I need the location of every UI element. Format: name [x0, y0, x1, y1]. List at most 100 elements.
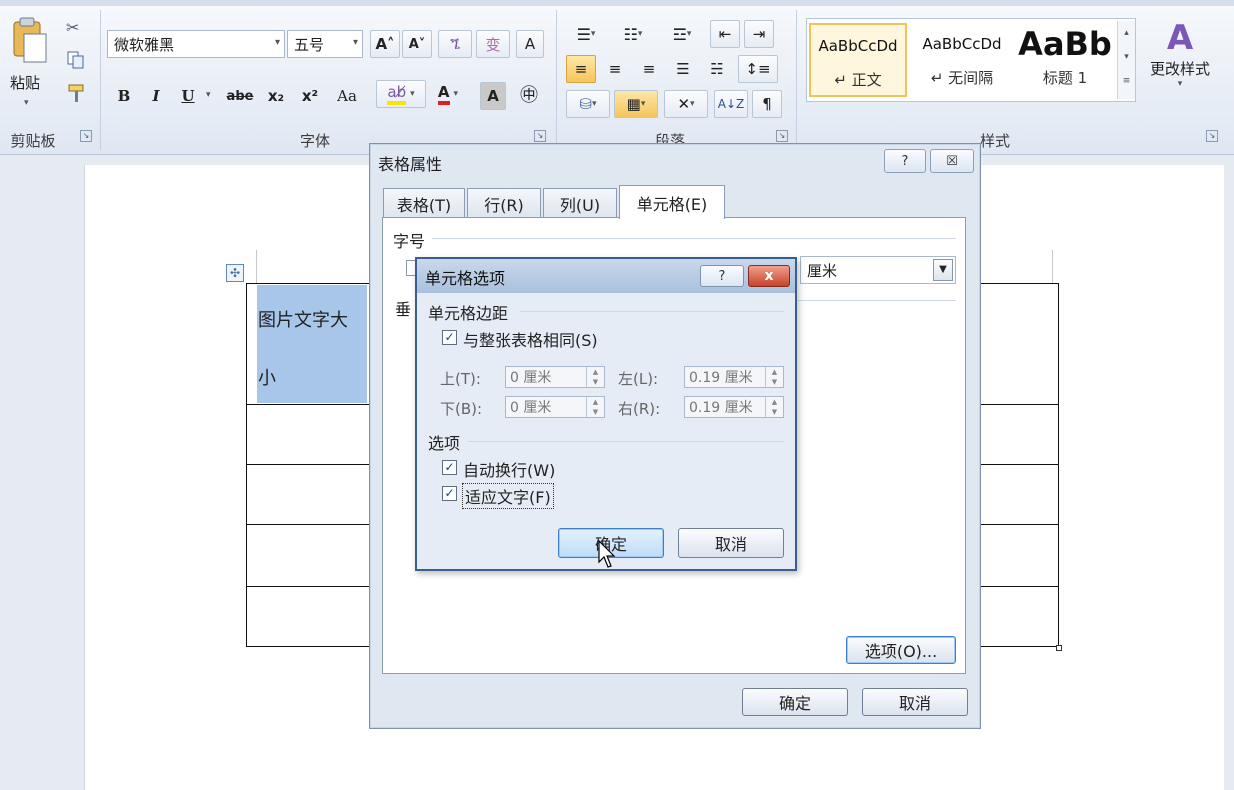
- multilevel-list-button[interactable]: ☲ ▾: [660, 20, 704, 48]
- borders-button[interactable]: ▦ ▾: [614, 90, 658, 118]
- underline-button[interactable]: U: [176, 82, 200, 110]
- cancel-button[interactable]: 取消: [862, 688, 968, 716]
- align-center-icon: ≡: [608, 60, 622, 78]
- paragraph-launcher[interactable]: ↘: [776, 130, 788, 142]
- tab-table[interactable]: 表格(T): [383, 188, 465, 218]
- tab-cell[interactable]: 单元格(E): [619, 185, 725, 219]
- font-color-button[interactable]: A ▾: [428, 80, 468, 108]
- grow-font-button[interactable]: A˄: [370, 30, 400, 58]
- format-painter-icon[interactable]: [66, 82, 88, 104]
- char-shading-button[interactable]: A: [480, 82, 506, 110]
- copy-icon[interactable]: [66, 50, 86, 70]
- font-color-icon: A: [437, 83, 450, 105]
- style-no-spacing[interactable]: AaBbCcDd ↵ 无间隔: [913, 23, 1011, 97]
- ok-button[interactable]: 确定: [742, 688, 848, 716]
- line-spacing-button[interactable]: ↕≡: [738, 55, 778, 83]
- align-right-icon: ≡: [642, 60, 656, 78]
- style-heading-1[interactable]: AaBb 标题 1: [1017, 23, 1113, 97]
- highlight-color-button[interactable]: ab̸ ▾: [376, 80, 426, 108]
- tab-row[interactable]: 行(R): [467, 188, 541, 218]
- close-button[interactable]: ☒: [930, 149, 974, 173]
- table-move-handle-icon[interactable]: ✣: [226, 264, 244, 282]
- same-as-table-checkbox[interactable]: ✓: [442, 330, 457, 345]
- align-right-button[interactable]: ≡: [634, 55, 664, 83]
- help-button[interactable]: ?: [884, 149, 926, 173]
- paste-button[interactable]: 粘贴 ▾: [6, 14, 50, 110]
- sort-button[interactable]: A↓Z: [714, 90, 748, 118]
- sort-icon: A↓Z: [717, 97, 745, 111]
- justify-button[interactable]: ☰: [668, 55, 698, 83]
- italic-button[interactable]: I: [144, 82, 168, 110]
- styles-gallery: AaBbCcDd ↵ 正文 AaBbCcDd ↵ 无间隔 AaBb 标题 1 ▴…: [806, 18, 1136, 102]
- show-marks-button[interactable]: ¶: [752, 90, 782, 118]
- style-sample: AaBb: [1018, 25, 1112, 63]
- close-button[interactable]: x: [748, 265, 790, 287]
- help-button[interactable]: ?: [700, 265, 744, 287]
- unit-value: 厘米: [807, 261, 838, 280]
- mouse-cursor-icon: [598, 540, 616, 568]
- gallery-scroll[interactable]: ▴ ▾ ≡: [1117, 21, 1135, 99]
- chevron-down-icon: ▾: [640, 99, 646, 109]
- highlighter-icon: ab̸: [387, 83, 407, 105]
- fit-text-checkbox[interactable]: ✓: [442, 486, 457, 501]
- align-left-button[interactable]: ≡: [566, 55, 596, 83]
- strikethrough-button[interactable]: abe: [222, 82, 258, 110]
- bottom-margin-input[interactable]: 0 厘米 ▲ ▼: [505, 396, 605, 418]
- line-spacing-icon: ↕≡: [745, 60, 771, 78]
- decrease-indent-button[interactable]: ⇤: [710, 20, 740, 48]
- divider: [432, 238, 956, 239]
- chevron-down-icon: ▾: [410, 89, 415, 99]
- distribute-icon: ☵: [710, 60, 724, 78]
- align-center-button[interactable]: ≡: [600, 55, 630, 83]
- increase-indent-icon: ⇥: [752, 25, 766, 43]
- chevron-down-icon: ▾: [686, 29, 692, 39]
- dialog-title: 表格属性: [378, 155, 443, 174]
- top-margin-input[interactable]: 0 厘米 ▲ ▼: [505, 366, 605, 388]
- chevron-down-icon[interactable]: ▾: [206, 90, 211, 100]
- align-left-icon: ≡: [574, 60, 588, 78]
- style-name: ↵ 无间隔: [930, 69, 994, 87]
- font-size-select[interactable]: 五号 ▾: [287, 30, 363, 58]
- multilevel-list-icon: ☲: [672, 24, 687, 44]
- chinese-layout-icon: ✕: [677, 95, 691, 113]
- distribute-button[interactable]: ☵: [702, 55, 732, 83]
- bullets-button[interactable]: ☰ ▾: [566, 20, 606, 48]
- chinese-layout-button[interactable]: ✕ ▾: [664, 90, 708, 118]
- options-section-label: 选项: [428, 434, 461, 453]
- shading-button[interactable]: ⛁ ▾: [566, 90, 610, 118]
- left-margin-input[interactable]: 0.19 厘米 ▲ ▼: [684, 366, 784, 388]
- numbering-button[interactable]: ☷ ▾: [612, 20, 654, 48]
- clipboard-launcher[interactable]: ↘: [80, 130, 92, 142]
- char-border-button[interactable]: A: [516, 30, 544, 58]
- font-launcher[interactable]: ↘: [534, 130, 546, 142]
- chevron-down-icon: ▾: [1177, 79, 1183, 89]
- chevron-down-icon: ▾: [590, 29, 596, 39]
- change-case-button[interactable]: Aa: [330, 82, 364, 110]
- shrink-font-button[interactable]: A˅: [402, 30, 432, 58]
- chevron-down-icon: ▾: [274, 37, 280, 48]
- bold-button[interactable]: B: [112, 82, 136, 110]
- unit-select[interactable]: 厘米 ▼: [800, 256, 956, 284]
- divider: [468, 441, 784, 442]
- superscript-button[interactable]: x²: [296, 82, 324, 110]
- numbered-list-icon: ☷: [623, 24, 638, 44]
- options-button[interactable]: 选项(O)...: [846, 636, 956, 664]
- styles-launcher[interactable]: ↘: [1206, 130, 1218, 142]
- style-normal[interactable]: AaBbCcDd ↵ 正文: [809, 23, 907, 97]
- phonetic-guide-button[interactable]: 变: [476, 30, 510, 58]
- enclose-char-button[interactable]: ㊥: [514, 80, 544, 108]
- increase-indent-button[interactable]: ⇥: [744, 20, 774, 48]
- font-family-select[interactable]: 微软雅黑 ▾: [107, 30, 285, 58]
- subscript-button[interactable]: x₂: [262, 82, 290, 110]
- tab-column[interactable]: 列(U): [543, 188, 617, 218]
- change-styles-label: 更改样式: [1149, 60, 1210, 78]
- right-margin-input[interactable]: 0.19 厘米 ▲ ▼: [684, 396, 784, 418]
- change-styles-button[interactable]: A 更改样式 ▾: [1140, 18, 1220, 114]
- chevron-down-icon: ▾: [592, 99, 597, 109]
- wrap-text-checkbox[interactable]: ✓: [442, 460, 457, 475]
- cut-icon[interactable]: ✂: [66, 18, 84, 38]
- left-margin-label: 左(L):: [618, 370, 659, 388]
- clear-format-button[interactable]: ጜ: [438, 30, 472, 58]
- chevron-down-icon: ▾: [24, 98, 29, 108]
- cancel-button[interactable]: 取消: [678, 528, 784, 558]
